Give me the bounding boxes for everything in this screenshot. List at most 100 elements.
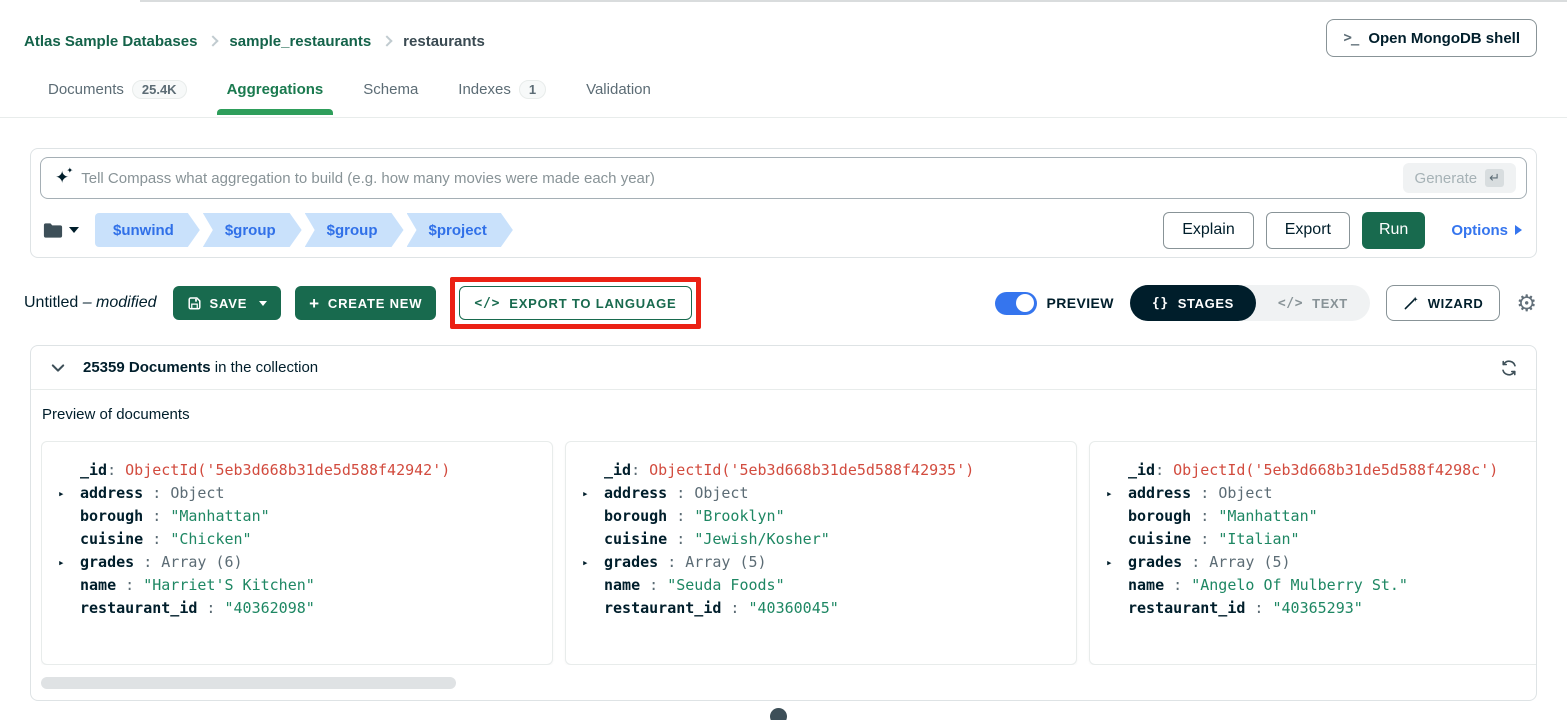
preview-toggle-group[interactable]: PREVIEW — [995, 292, 1114, 315]
run-button[interactable]: Run — [1362, 212, 1425, 249]
document-field-_id: _id: ObjectId('5eb3d668b31de5d588f4298c'… — [1104, 459, 1536, 482]
document-field-restaurant_id: restaurant_id : "40362098" — [56, 597, 536, 620]
field-separator: : — [631, 461, 649, 479]
aggregation-builder-panel: ✦✦ Tell Compass what aggregation to buil… — [30, 148, 1537, 258]
stages-view-button[interactable]: {} STAGES — [1130, 285, 1256, 321]
open-mongodb-shell-button[interactable]: >_ Open MongoDB shell — [1326, 19, 1537, 57]
expand-icon[interactable]: ▸ — [1106, 551, 1113, 574]
document-field-name: name : "Harriet'S Kitchen" — [56, 574, 536, 597]
breadcrumb-database[interactable]: sample_restaurants — [229, 33, 371, 50]
field-value: "Italian" — [1218, 530, 1299, 548]
save-label: SAVE — [210, 296, 248, 311]
plus-icon: + — [309, 295, 320, 312]
field-value: ObjectId('5eb3d668b31de5d588f42942') — [125, 461, 450, 479]
document-card: _id: ObjectId('5eb3d668b31de5d588f42935'… — [565, 441, 1077, 665]
triangle-right-icon — [1515, 225, 1522, 235]
field-value: "Brooklyn" — [694, 507, 784, 525]
field-key: cuisine — [1128, 530, 1191, 548]
field-separator: : — [1155, 461, 1173, 479]
field-separator: : — [1191, 530, 1218, 548]
wand-icon — [1403, 295, 1419, 311]
field-value: Object — [694, 484, 748, 502]
tab-validation[interactable]: Validation — [584, 72, 653, 115]
wizard-button[interactable]: WIZARD — [1386, 285, 1501, 321]
toggle-knob — [1016, 294, 1034, 312]
collection-count-header: 25359 Documents in the collection — [31, 346, 1536, 390]
pipeline-title: Untitled – modified — [24, 294, 157, 312]
field-key: name — [1128, 576, 1164, 594]
modified-indicator: – modified — [83, 294, 157, 311]
field-key: address — [80, 484, 143, 502]
generate-button[interactable]: Generate ↵ — [1403, 163, 1516, 193]
expand-icon[interactable]: ▸ — [582, 482, 589, 505]
document-card: _id: ObjectId('5eb3d668b31de5d588f4298c'… — [1089, 441, 1536, 665]
breadcrumb-collection: restaurants — [403, 33, 485, 50]
field-key: borough — [80, 507, 143, 525]
save-icon — [187, 296, 202, 311]
annotation-red-box: </> EXPORT TO LANGUAGE — [450, 277, 700, 329]
field-key: cuisine — [80, 530, 143, 548]
field-separator: : — [134, 553, 161, 571]
field-value: Object — [1218, 484, 1272, 502]
field-value: "Angelo Of Mulberry St." — [1191, 576, 1408, 594]
options-label: Options — [1451, 222, 1508, 239]
field-key: cuisine — [604, 530, 667, 548]
tab-aggregations[interactable]: Aggregations — [225, 72, 326, 115]
field-key: _id — [604, 461, 631, 479]
ai-prompt-input[interactable]: ✦✦ Tell Compass what aggregation to buil… — [40, 157, 1527, 199]
document-card-list: _id: ObjectId('5eb3d668b31de5d588f42942'… — [41, 441, 1536, 665]
bottom-indicator-dot — [770, 708, 787, 720]
chevron-right-icon — [382, 35, 393, 46]
field-value: "Manhattan" — [1218, 507, 1317, 525]
refresh-icon[interactable] — [1500, 359, 1518, 377]
braces-icon: {} — [1152, 296, 1169, 311]
field-separator: : — [1164, 576, 1191, 594]
text-view-button[interactable]: </> TEXT — [1256, 285, 1370, 321]
field-value: Object — [170, 484, 224, 502]
field-key: grades — [604, 553, 658, 571]
field-value: Array (6) — [161, 553, 242, 571]
explain-button[interactable]: Explain — [1163, 212, 1253, 249]
document-field-cuisine: cuisine : "Italian" — [1104, 528, 1536, 551]
expand-icon[interactable]: ▸ — [582, 551, 589, 574]
field-separator: : — [197, 599, 224, 617]
preview-toggle[interactable] — [995, 292, 1037, 315]
field-key: borough — [1128, 507, 1191, 525]
stage-pill-unwind-0[interactable]: $unwind — [95, 213, 200, 247]
expand-icon[interactable]: ▸ — [58, 482, 65, 505]
tab-label: Validation — [586, 81, 651, 98]
tab-badge: 25.4K — [132, 80, 187, 99]
expand-icon[interactable]: ▸ — [1106, 482, 1113, 505]
collapse-chevron-icon[interactable] — [49, 359, 67, 377]
export-to-language-button[interactable]: </> EXPORT TO LANGUAGE — [459, 286, 691, 320]
field-separator: : — [143, 484, 170, 502]
field-separator: : — [107, 461, 125, 479]
save-button[interactable]: SAVE — [173, 286, 282, 320]
gear-icon[interactable]: ⚙ — [1516, 292, 1537, 315]
pipeline-toolbar: Untitled – modified SAVE + CREATE NEW </… — [24, 280, 1537, 326]
stage-pill-group-2[interactable]: $group — [305, 213, 404, 247]
tab-indexes[interactable]: Indexes1 — [456, 72, 548, 115]
enter-key-icon: ↵ — [1485, 169, 1504, 187]
pipeline-collection-menu[interactable] — [43, 222, 79, 239]
field-separator: : — [721, 599, 748, 617]
export-button[interactable]: Export — [1266, 212, 1350, 249]
document-field-grades: ▸grades : Array (5) — [1104, 551, 1536, 574]
pipeline-stages-row: $unwind$group$group$project Explain Expo… — [43, 211, 1522, 249]
tabs-divider — [0, 117, 1567, 118]
horizontal-scrollbar[interactable] — [41, 677, 456, 689]
create-new-button[interactable]: + CREATE NEW — [295, 286, 436, 320]
options-link[interactable]: Options — [1451, 222, 1522, 239]
document-field-borough: borough : "Brooklyn" — [580, 505, 1060, 528]
field-separator: : — [667, 484, 694, 502]
tab-documents[interactable]: Documents25.4K — [46, 72, 189, 115]
expand-icon[interactable]: ▸ — [58, 551, 65, 574]
stage-pill-project-3[interactable]: $project — [407, 213, 513, 247]
ai-prompt-placeholder: Tell Compass what aggregation to build (… — [81, 170, 1402, 187]
code-icon: </> — [1278, 296, 1303, 311]
terminal-icon: >_ — [1343, 30, 1358, 46]
field-separator: : — [640, 576, 667, 594]
stage-pill-group-1[interactable]: $group — [203, 213, 302, 247]
breadcrumb-database-group[interactable]: Atlas Sample Databases — [24, 33, 197, 50]
tab-schema[interactable]: Schema — [361, 72, 420, 115]
